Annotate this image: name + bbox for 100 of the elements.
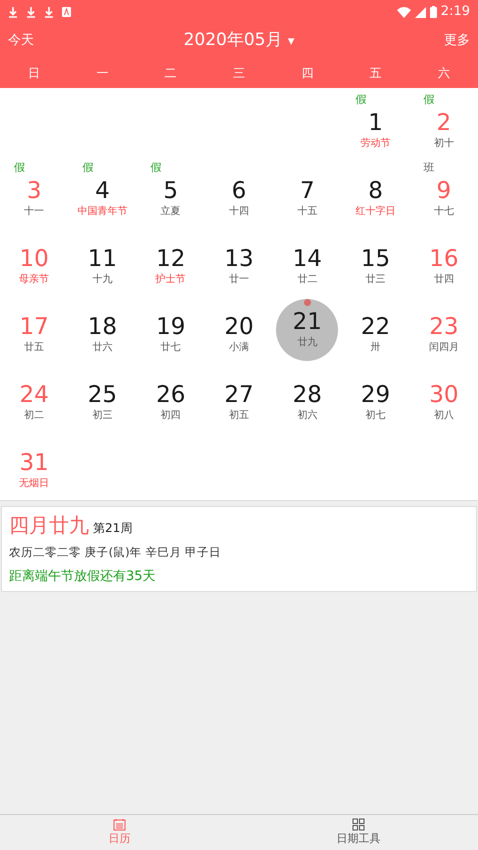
day-number: 28 xyxy=(292,383,322,408)
day-number: 14 xyxy=(292,247,322,272)
lunar-label: 中国青年节 xyxy=(77,204,128,219)
lunar-label: 母亲节 xyxy=(19,272,50,287)
day-cell[interactable]: 16 廿四 xyxy=(410,228,478,296)
day-number: 30 xyxy=(429,383,458,408)
download-icon xyxy=(26,6,36,18)
day-cell[interactable]: 21 廿九 xyxy=(273,296,342,364)
weekday-label: 六 xyxy=(436,65,451,82)
ganzhi-text: 农历二零二零 庚子(鼠)年 辛巳月 甲子日 xyxy=(9,544,222,561)
day-number: 10 xyxy=(20,247,49,272)
day-number: 11 xyxy=(88,247,118,272)
weekday-label: 一 xyxy=(95,65,110,82)
holiday-tag: 假 xyxy=(14,162,25,174)
day-cell[interactable]: 29 初七 xyxy=(341,364,410,432)
day-cell[interactable]: 6 十四 xyxy=(204,160,274,228)
wifi-icon xyxy=(396,6,411,18)
day-cell[interactable]: 假 4 中国青年节 xyxy=(68,160,137,228)
day-number: 31 xyxy=(20,451,49,476)
day-cell[interactable]: 8 红十字日 xyxy=(341,160,410,228)
day-cell[interactable]: 19 廿七 xyxy=(136,296,205,364)
day-cell[interactable]: 18 廿六 xyxy=(68,296,137,364)
lunar-label: 初四 xyxy=(160,408,181,423)
day-number: 16 xyxy=(429,247,458,272)
day-cell[interactable]: 31 无烟日 xyxy=(0,432,68,500)
holiday-countdown: 距离端午节放假还有35天 xyxy=(9,568,157,586)
lunar-label: 劳动节 xyxy=(360,136,391,151)
lunar-date: 四月廿九 xyxy=(9,512,89,539)
status-time: 2:19 xyxy=(440,3,470,22)
day-cell[interactable]: 假 3 十一 xyxy=(0,160,68,228)
lunar-label: 初五 xyxy=(228,408,249,423)
lunar-label: 初八 xyxy=(434,408,454,423)
day-cell[interactable]: 20 小满 xyxy=(204,296,274,364)
lunar-label: 红十字日 xyxy=(356,204,396,219)
day-cell[interactable]: 24 初二 xyxy=(0,364,68,432)
day-cell[interactable]: 12 护士节 xyxy=(136,228,205,296)
day-cell[interactable]: 14 廿二 xyxy=(273,228,342,296)
day-cell[interactable]: 假 5 立夏 xyxy=(136,160,205,228)
day-number: 27 xyxy=(224,383,254,408)
day-cell[interactable]: 26 初四 xyxy=(136,364,205,432)
day-number: 12 xyxy=(156,247,186,272)
lunar-label: 无烟日 xyxy=(19,476,50,491)
lunar-label: 廿四 xyxy=(434,272,454,287)
day-cell[interactable]: 假 2 初十 xyxy=(410,92,478,160)
day-cell[interactable]: 11 十九 xyxy=(68,228,137,296)
day-cell[interactable]: 22 卅 xyxy=(341,296,410,364)
lunar-label: 十九 xyxy=(92,272,112,287)
holiday-tag: 假 xyxy=(355,94,366,106)
download-icon xyxy=(8,6,18,18)
day-cell[interactable]: 7 十五 xyxy=(273,160,342,228)
lunar-label: 廿九 xyxy=(297,336,318,350)
day-number: 18 xyxy=(88,315,118,340)
day-number: 26 xyxy=(156,383,186,408)
day-number: 3 xyxy=(26,179,42,204)
day-number: 23 xyxy=(429,315,458,340)
day-number: 9 xyxy=(436,179,452,204)
signal-icon xyxy=(414,6,426,18)
lunar-label: 闰四月 xyxy=(428,340,459,355)
lunar-label: 十七 xyxy=(434,204,454,219)
day-cell[interactable]: 15 廿三 xyxy=(341,228,410,296)
weekday-label: 三 xyxy=(232,65,246,82)
day-cell[interactable]: 班 9 十七 xyxy=(410,160,478,228)
day-number: 29 xyxy=(360,383,390,408)
weekday-label: 四 xyxy=(300,65,314,82)
day-cell[interactable]: 25 初三 xyxy=(68,364,137,432)
lunar-label: 初七 xyxy=(366,408,386,423)
lunar-label: 廿三 xyxy=(366,272,386,287)
day-cell[interactable]: 27 初五 xyxy=(204,364,274,432)
lunar-label: 廿二 xyxy=(297,272,318,287)
day-cell[interactable]: 23 闰四月 xyxy=(410,296,478,364)
day-cell[interactable]: 17 廿五 xyxy=(0,296,68,364)
day-cell[interactable]: 13 廿一 xyxy=(204,228,274,296)
lunar-label: 卅 xyxy=(370,340,381,355)
day-number: 6 xyxy=(232,179,246,204)
holiday-tag: 假 xyxy=(150,162,162,174)
lunar-label: 初十 xyxy=(434,136,454,151)
nav-tab[interactable]: 日期工具 xyxy=(239,815,478,850)
week-number: 第21周 xyxy=(93,520,132,537)
lunar-label: 初三 xyxy=(92,408,112,423)
day-cell[interactable]: 30 初八 xyxy=(410,364,478,432)
day-number: 25 xyxy=(88,383,118,408)
lunar-label: 护士节 xyxy=(156,272,186,287)
lunar-label: 小满 xyxy=(228,340,249,355)
lunar-label: 十五 xyxy=(297,204,318,219)
grid-icon xyxy=(352,818,365,831)
day-cell[interactable]: 假 1 劳动节 xyxy=(341,92,410,160)
app-icon xyxy=(62,7,71,17)
day-number: 22 xyxy=(360,315,390,340)
holiday-tag: 班 xyxy=(424,162,435,174)
day-number: 15 xyxy=(360,247,390,272)
holiday-tag: 假 xyxy=(82,162,94,174)
day-number: 4 xyxy=(95,179,110,204)
day-number: 21 xyxy=(292,310,322,335)
calendar-icon xyxy=(113,818,126,831)
lunar-label: 立夏 xyxy=(160,204,181,219)
day-cell[interactable]: 10 母亲节 xyxy=(0,228,68,296)
lunar-label: 初六 xyxy=(297,408,318,423)
day-cell[interactable]: 28 初六 xyxy=(273,364,342,432)
holiday-tag: 假 xyxy=(424,94,435,106)
day-number: 17 xyxy=(20,315,49,340)
